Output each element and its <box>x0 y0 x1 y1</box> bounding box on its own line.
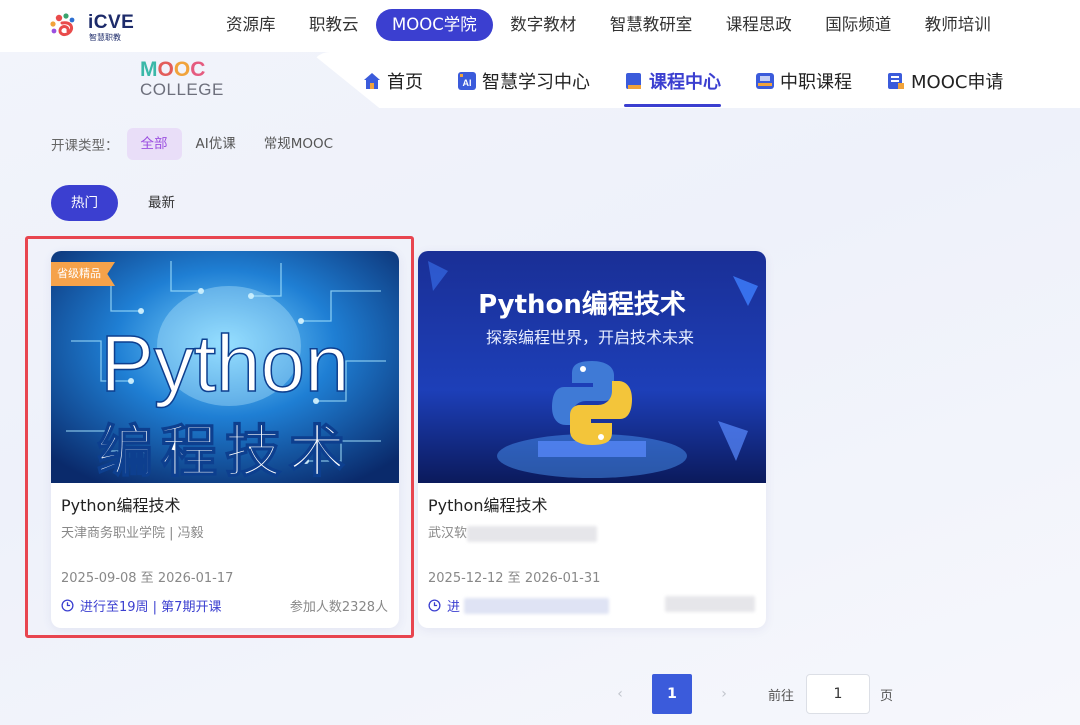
course-type-filter: 开课类型： 全部 AI优课 常规MOOC <box>51 128 347 160</box>
subnav-label: 中职课程 <box>780 72 852 93</box>
participant-count <box>665 596 755 612</box>
topnav-item-cloud[interactable]: 职教云 <box>293 9 375 41</box>
icve-logo[interactable]: iCVE 智慧职教 <box>48 10 134 44</box>
redacted-blur <box>665 596 755 612</box>
subnav-item-vocational[interactable]: 中职课程 <box>755 64 852 98</box>
course-cover[interactable]: Python编程技术 探索编程世界，开启技术未来 <box>418 251 766 483</box>
subnav-item-course-center[interactable]: 课程中心 <box>624 64 721 107</box>
next-page-button[interactable]: › <box>704 686 744 702</box>
course-title[interactable]: Python编程技术 <box>428 495 756 517</box>
ai-icon: AI <box>457 71 477 91</box>
topnav-item-international[interactable]: 国际频道 <box>809 9 907 41</box>
cover-title-text: Python编程技术 <box>478 289 686 320</box>
course-status: 进 <box>428 596 610 615</box>
clock-icon <box>428 599 441 612</box>
subnav-label: MOOC申请 <box>911 72 1004 93</box>
prev-page-button[interactable]: ‹ <box>600 686 640 702</box>
filter-option-all[interactable]: 全部 <box>126 128 182 160</box>
top-nav: 资源库 职教云 MOOC学院 数字教材 智慧教研室 课程思政 国际频道 教师培训 <box>210 9 1008 41</box>
subnav-label: 智慧学习中心 <box>482 72 590 93</box>
subnav-item-home[interactable]: 首页 <box>362 64 423 98</box>
sort-hot-button[interactable]: 热门 <box>51 185 118 221</box>
home-icon <box>362 71 382 91</box>
brand-subtitle: 智慧职教 <box>89 33 121 42</box>
goto-label: 前往 <box>768 688 795 704</box>
sort-tabs: 热门 最新 <box>51 185 205 221</box>
mooc-logo-word: COLLEGE <box>140 80 224 99</box>
filter-option-regular[interactable]: 常规MOOC <box>250 128 347 160</box>
apply-icon <box>886 71 906 91</box>
subnav-label: 课程中心 <box>649 72 721 93</box>
topnav-item-teacher-training[interactable]: 教师培训 <box>909 9 1007 41</box>
cover-subtitle-text: 探索编程世界，开启技术未来 <box>486 328 694 347</box>
brand-name: iCVE <box>88 12 135 33</box>
sort-latest-button[interactable]: 最新 <box>128 185 195 221</box>
topnav-item-mooc[interactable]: MOOC学院 <box>376 9 493 41</box>
selection-highlight-box <box>25 236 414 638</box>
topnav-item-textbooks[interactable]: 数字教材 <box>494 9 592 41</box>
course-organization-visible: 武汉软 <box>428 526 468 541</box>
redacted-blur <box>467 525 598 542</box>
top-bar: iCVE 智慧职教 资源库 职教云 MOOC学院 数字教材 智慧教研室 课程思政… <box>0 0 1080 52</box>
subnav-label: 首页 <box>387 72 423 93</box>
topnav-item-ideology[interactable]: 课程思政 <box>710 9 808 41</box>
filter-label: 开课类型： <box>51 138 119 154</box>
topnav-item-research[interactable]: 智慧教研室 <box>594 9 709 41</box>
pagination: ‹ 1 › 前往 页 <box>600 674 893 714</box>
card-body: Python编程技术 武汉软 2025-12-12 至 2026-01-31 进 <box>418 483 766 628</box>
subnav-item-learning-center[interactable]: AI 智慧学习中心 <box>457 64 590 98</box>
redacted-blur <box>464 597 610 614</box>
topnav-item-resources[interactable]: 资源库 <box>210 9 292 41</box>
vocational-icon <box>755 71 775 91</box>
goto-page-input[interactable] <box>806 674 871 714</box>
sub-nav: 首页 AI 智慧学习中心 课程中心 中职课程 MOOC申请 <box>362 64 1037 107</box>
python-logo-cover-image: Python编程技术 探索编程世界，开启技术未来 <box>418 251 766 483</box>
icve-logo-mark <box>50 13 75 36</box>
page-number-current[interactable]: 1 <box>652 674 692 714</box>
mooc-college-logo[interactable]: MOOC COLLEGE <box>140 58 224 103</box>
filter-option-ai[interactable]: AI优课 <box>182 128 250 160</box>
book-icon <box>624 71 644 91</box>
course-date-range: 2025-12-12 至 2026-01-31 <box>428 571 601 586</box>
course-status-text: 进 <box>447 600 461 615</box>
svg-text:AI: AI <box>463 78 472 88</box>
course-organization: 武汉软 <box>428 524 756 544</box>
mooc-logo-letters: MOOC <box>140 58 206 81</box>
page-unit-label: 页 <box>880 688 894 704</box>
subnav-item-mooc-apply[interactable]: MOOC申请 <box>886 64 1003 98</box>
course-card[interactable]: Python编程技术 探索编程世界，开启技术未来 Python编程技术 武汉软 … <box>418 251 766 628</box>
